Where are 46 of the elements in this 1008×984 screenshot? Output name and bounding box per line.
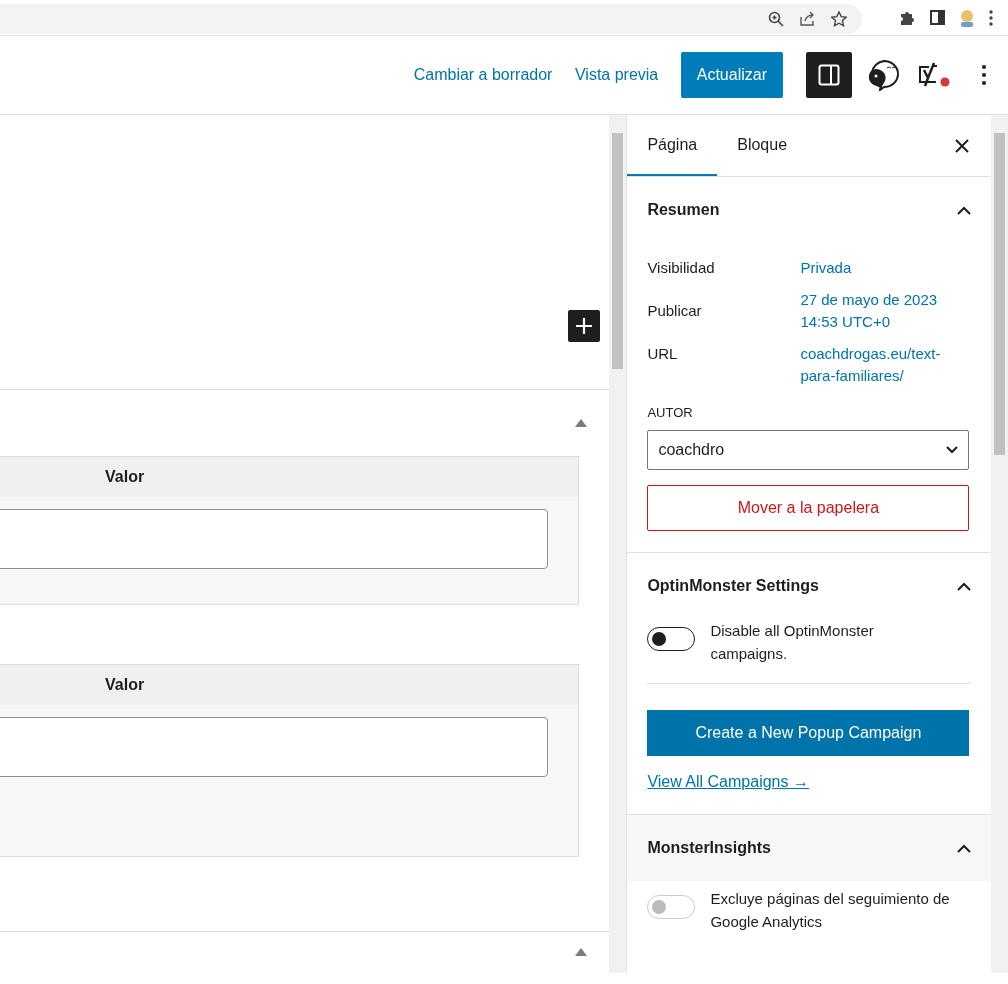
collapse-chevron-icon[interactable] [957,581,971,591]
side-panel-icon[interactable] [930,10,945,25]
collapse-chevron-icon[interactable] [957,843,971,853]
field-label: Publicar [647,301,703,321]
scrollbar-thumb[interactable] [994,133,1005,455]
options-menu-icon[interactable] [981,65,986,85]
header-link[interactable]: Vista previa [574,63,659,87]
sidebar-tab[interactable]: Página [627,115,718,176]
share-icon[interactable] [799,11,816,27]
field-value-link[interactable]: 27 de mayo de 2023 14:53 UTC+0 [800,289,966,333]
sidebar-panel-icon [817,64,840,86]
header-link[interactable]: Cambiar a borrador [413,63,553,87]
panel-title[interactable]: MonsterInsights [647,836,771,860]
scrollbar-thumb[interactable] [612,133,624,369]
column-header: Valor [105,675,145,695]
panel-title[interactable]: Resumen [647,198,720,222]
mascot-icon[interactable] [866,59,901,91]
value-textarea[interactable] [0,717,548,777]
toggle-label: Disable all OptinMonster campaigns. [710,621,875,664]
update-button[interactable]: Actualizar [680,52,783,98]
field-label: Visibilidad [647,258,716,278]
avatar-icon[interactable] [960,8,974,27]
value-textarea[interactable] [0,509,548,569]
field-value-link[interactable]: coachdrogas.eu/text-para-familiares/ [800,343,966,387]
add-block-button[interactable] [568,310,600,342]
zoom-icon[interactable] [768,11,784,27]
collapse-triangle-icon[interactable] [574,947,587,956]
sidebar-tab[interactable]: Bloque [717,115,808,176]
create-campaign-button[interactable]: Create a New Popup Campaign [647,710,970,756]
menu-icon[interactable] [989,9,993,26]
field-label: URL [647,344,679,364]
view-campaigns-link[interactable]: View All Campaigns → [647,770,809,794]
chevron-down-icon [946,446,959,454]
panel-title[interactable]: OptinMonster Settings [647,574,819,598]
puzzle-icon[interactable] [899,9,915,26]
column-header: Valor [105,467,145,487]
close-icon[interactable] [954,138,969,153]
author-label: AUTOR [647,404,694,422]
field-value-link[interactable]: Privada [800,257,966,279]
settings-toggle-button[interactable] [805,52,852,98]
collapse-triangle-icon[interactable] [574,419,587,427]
toggle-label: Excluye páginas del seguimiento de Google Analytics [710,889,951,932]
collapse-chevron-icon[interactable] [957,205,971,215]
trash-button[interactable]: Mover a la papelera [647,485,970,531]
star-icon[interactable] [831,11,847,27]
author-select[interactable]: coachdro [647,430,970,470]
